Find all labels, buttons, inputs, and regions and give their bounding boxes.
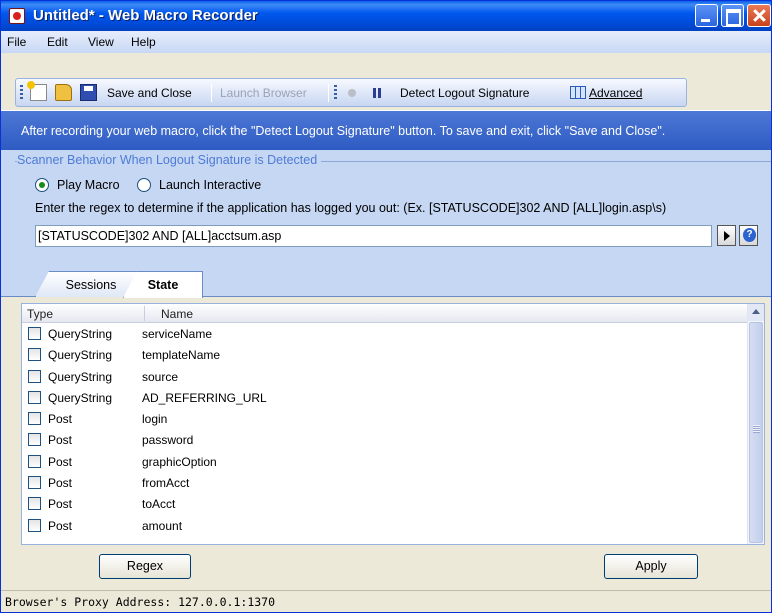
menu-bar: File Edit View Help: [1, 31, 771, 53]
title-bar[interactable]: Untitled* - Web Macro Recorder: [1, 1, 771, 31]
toolbar-separator: [328, 84, 329, 102]
save-close-button[interactable]: Save and Close: [107, 83, 192, 103]
pause-icon[interactable]: [373, 88, 381, 98]
row-checkbox[interactable]: [28, 433, 41, 447]
cell-name: toAcct: [142, 497, 176, 512]
cell-type: Post: [48, 518, 73, 533]
table-row[interactable]: Post login: [22, 409, 748, 430]
table-row[interactable]: QueryString source: [22, 367, 748, 388]
row-checkbox[interactable]: [28, 454, 41, 468]
list-header: Type Name: [22, 304, 748, 323]
open-folder-icon[interactable]: [55, 84, 72, 101]
cell-name: serviceName: [142, 327, 213, 341]
row-checkbox[interactable]: [28, 348, 41, 362]
menu-help[interactable]: Help: [131, 35, 156, 49]
cell-type: Post: [48, 454, 73, 469]
app-window: Untitled* - Web Macro Recorder File Edit…: [0, 0, 772, 613]
minimize-button[interactable]: [695, 4, 718, 27]
row-checkbox[interactable]: [28, 476, 41, 490]
play-macro-radio[interactable]: [35, 178, 49, 192]
cell-type: Post: [48, 497, 73, 512]
table-row[interactable]: Post toAcct: [22, 494, 748, 515]
menu-edit[interactable]: Edit: [47, 35, 68, 49]
maximize-button[interactable]: [721, 4, 744, 27]
cell-type: QueryString: [48, 348, 113, 363]
table-row[interactable]: QueryString serviceName: [22, 324, 748, 345]
record-icon[interactable]: [348, 89, 356, 97]
column-header-type[interactable]: Type: [27, 307, 53, 321]
regex-button[interactable]: Regex: [99, 554, 191, 579]
row-checkbox[interactable]: [28, 518, 41, 532]
row-checkbox[interactable]: [28, 412, 41, 426]
row-checkbox[interactable]: [28, 369, 41, 383]
list-rows: QueryString serviceName QueryString templat…: [22, 324, 748, 537]
detect-logout-button[interactable]: Detect Logout Signature: [400, 83, 529, 103]
save-icon[interactable]: [80, 84, 97, 101]
cell-type: QueryString: [48, 390, 113, 405]
table-row[interactable]: Post amount: [22, 516, 748, 537]
scroll-up-arrow-icon[interactable]: [748, 304, 764, 321]
launch-interactive-label[interactable]: Launch Interactive: [159, 178, 261, 192]
cell-name: templateName: [142, 348, 221, 363]
cell-name: AD_REFERRING_URL: [142, 390, 267, 405]
instruction-banner: After recording your web macro, click th…: [1, 110, 771, 150]
toolbar: Save and Close Launch Browser Detect Log…: [15, 78, 687, 107]
cell-name: graphicOption: [142, 454, 217, 469]
regex-input[interactable]: [STATUSCODE]302 AND [ALL]acctsum.asp: [35, 225, 712, 247]
cell-type: Post: [48, 412, 73, 427]
table-row[interactable]: Post password: [22, 430, 748, 451]
table-row[interactable]: QueryString templateName: [22, 345, 748, 366]
toolbar-grip[interactable]: [20, 85, 23, 101]
table-row[interactable]: QueryString AD_REFERRING_URL: [22, 388, 748, 409]
regex-description: Enter the regex to determine if the appl…: [35, 201, 667, 215]
column-header-name[interactable]: Name: [161, 307, 193, 321]
toolbar-grip[interactable]: [334, 85, 337, 101]
cell-type: QueryString: [48, 369, 113, 384]
cell-name: login: [142, 412, 168, 427]
group-title: Scanner Behavior When Logout Signature i…: [17, 153, 322, 167]
toolbar-separator: [211, 84, 212, 102]
row-checkbox[interactable]: [28, 327, 41, 340]
cell-name: password: [142, 433, 194, 448]
tab-state[interactable]: State: [123, 271, 203, 298]
app-record-icon: [9, 8, 25, 24]
cell-type: Post: [48, 476, 73, 491]
help-icon[interactable]: [739, 225, 758, 246]
state-list: Type Name QueryString serviceName QueryStr…: [21, 303, 765, 545]
cell-type: QueryString: [48, 327, 113, 341]
menu-view[interactable]: View: [88, 35, 114, 49]
cell-name: source: [142, 369, 179, 384]
launch-interactive-radio[interactable]: [137, 178, 151, 192]
window-title: Untitled* - Web Macro Recorder: [33, 7, 258, 24]
row-checkbox[interactable]: [28, 497, 41, 511]
vertical-scrollbar[interactable]: [747, 304, 764, 544]
table-row[interactable]: Post fromAcct: [22, 473, 748, 494]
advanced-grid-icon: [570, 86, 586, 99]
play-macro-label[interactable]: Play Macro: [57, 178, 120, 192]
row-checkbox[interactable]: [28, 390, 41, 404]
close-button[interactable]: [747, 4, 771, 27]
status-bar: Browser's Proxy Address: 127.0.0.1:1370: [1, 590, 771, 612]
cell-name: amount: [142, 518, 183, 533]
menu-file[interactable]: File: [7, 35, 26, 49]
scroll-thumb[interactable]: [749, 322, 763, 543]
regex-menu-arrow-icon[interactable]: [717, 225, 736, 246]
column-divider[interactable]: [144, 306, 145, 321]
apply-button[interactable]: Apply: [604, 554, 698, 579]
advanced-button[interactable]: Advanced: [589, 83, 642, 103]
launch-browser-button[interactable]: Launch Browser: [220, 83, 307, 103]
new-icon[interactable]: [27, 81, 47, 101]
cell-type: Post: [48, 433, 73, 448]
cell-name: fromAcct: [142, 476, 190, 491]
table-row[interactable]: Post graphicOption: [22, 452, 748, 473]
